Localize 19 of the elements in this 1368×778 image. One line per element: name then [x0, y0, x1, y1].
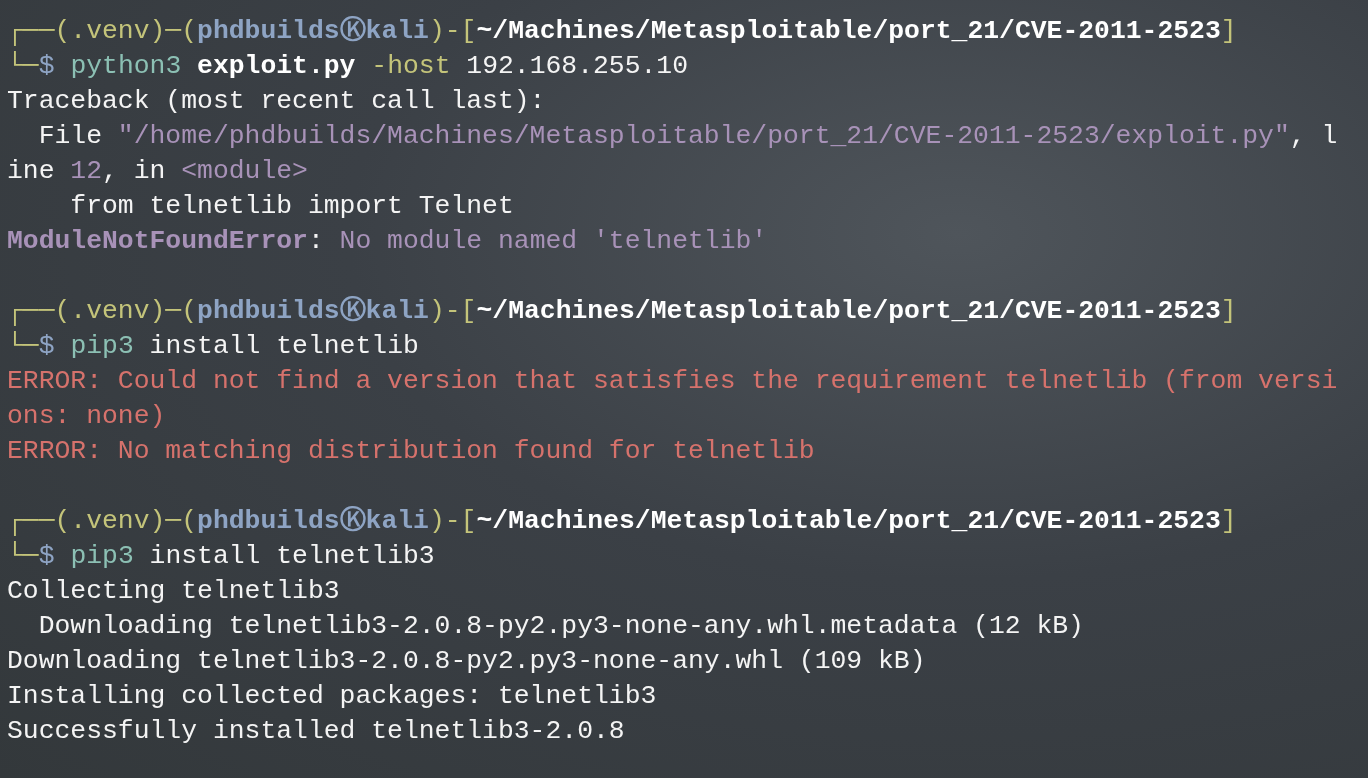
terminal-line: from telnetlib import Telnet [69, 190, 514, 223]
terminal-line: Downloading telnetlib3-2.0.8-py2.py3-none-any.whl.metadata (12 kB) [37, 610, 1084, 643]
terminal-line: ┌──(.venv)─(phdbuildsⓀkali)-[~/Machines/Metasploitable/port_21/CVE-2011-2523] [7, 295, 1237, 328]
terminal-line: Collecting telnetlib3 [7, 575, 340, 608]
terminal-line: Successfully installed telnetlib3-2.0.8 [7, 715, 625, 748]
terminal-line: Downloading telnetlib3-2.0.8-py2.py3-none-any.whl (109 kB) [7, 645, 926, 678]
terminal-line: Traceback (most recent call last): [7, 85, 546, 118]
terminal-line: └─$ pip3 install telnetlib3 [7, 540, 435, 573]
terminal-line: File "/home/phdbuilds/Machines/Metasploitable/port_21/CVE-2011-2523/exploit.py", l [37, 120, 1338, 153]
terminal-line: └─$ pip3 install telnetlib [7, 330, 419, 363]
terminal-line: ERROR: Could not find a version that satisfies the requirement telnetlib (from versi [7, 365, 1338, 398]
terminal-line: ┌──(.venv)─(phdbuildsⓀkali)-[~/Machines/Metasploitable/port_21/CVE-2011-2523] [7, 15, 1237, 48]
terminal-line: Installing collected packages: telnetlib3 [7, 680, 657, 713]
terminal-line: ine 12, in <module> [7, 155, 308, 188]
terminal-line: └─$ python3 exploit.py -host 192.168.255.10 [7, 50, 689, 83]
terminal-line: ┌──(.venv)─(phdbuildsⓀkali)-[~/Machines/Metasploitable/port_21/CVE-2011-2523] [7, 505, 1237, 538]
terminal-line: ModuleNotFoundError: No module named 'telnetlib' [7, 225, 768, 258]
terminal-line: ons: none) [7, 400, 166, 433]
terminal-line: ERROR: No matching distribution found for telnetlib [7, 435, 815, 468]
